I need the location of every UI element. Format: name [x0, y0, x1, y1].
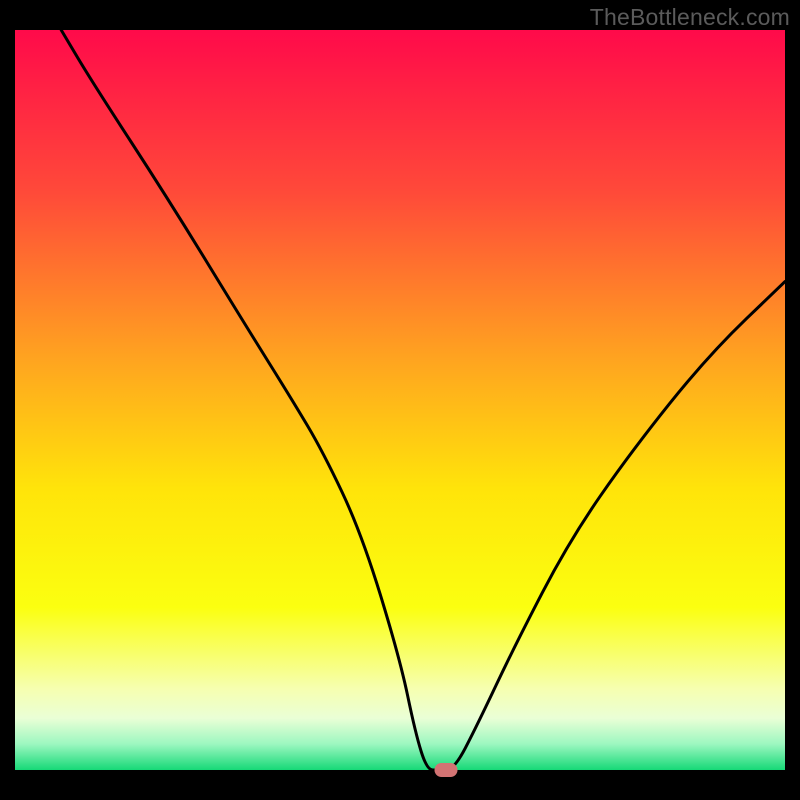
chart-plot-area — [15, 30, 785, 770]
min-marker — [435, 763, 458, 777]
watermark-text: TheBottleneck.com — [590, 4, 790, 31]
chart-frame: TheBottleneck.com — [0, 0, 800, 800]
chart-svg — [15, 30, 785, 770]
